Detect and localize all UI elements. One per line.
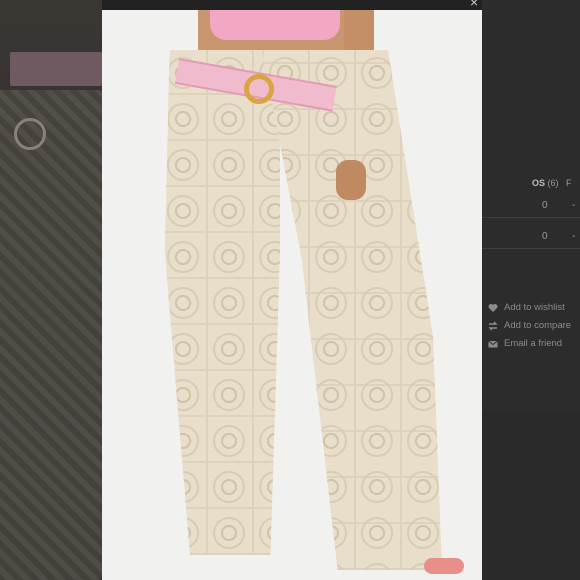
quantity-next: -: [572, 200, 576, 211]
background-product-thumbnail: [0, 0, 102, 580]
quantity-value[interactable]: 0: [542, 200, 548, 211]
panel-lower-area: [482, 410, 580, 580]
envelope-icon: [488, 340, 498, 347]
model-hand: [336, 160, 366, 200]
crochet-pants-right-leg: [262, 50, 442, 570]
belt-buckle: [244, 74, 274, 104]
add-to-wishlist-link[interactable]: Add to wishlist: [488, 302, 565, 313]
background-model-pants: [0, 90, 102, 580]
compare-label: Add to compare: [504, 320, 572, 331]
quantity-row[interactable]: 0 -: [482, 196, 580, 218]
close-icon[interactable]: ×: [470, 0, 478, 10]
quantity-next: -: [572, 231, 576, 242]
background-belt-buckle: [14, 118, 46, 150]
size-count: (6): [547, 178, 559, 188]
quantity-row[interactable]: 0 -: [482, 227, 580, 249]
product-photo-lightbox: [102, 10, 482, 580]
quantity-value[interactable]: 0: [542, 231, 548, 242]
wishlist-label: Add to wishlist: [504, 302, 565, 313]
email-label: Email a friend: [504, 338, 563, 349]
size-next-column: F: [566, 178, 572, 188]
options-panel: OS (6) F 0 - 0 - Add to wishlist Add to …: [482, 0, 580, 410]
size-label: OS: [532, 178, 546, 188]
row-divider: [482, 217, 580, 218]
row-divider: [482, 248, 580, 249]
add-to-compare-link[interactable]: Add to compare: [488, 320, 571, 331]
crochet-pants-left-leg: [164, 50, 280, 555]
heart-icon: [488, 303, 498, 312]
email-a-friend-link[interactable]: Email a friend: [488, 338, 562, 349]
pink-sandal: [424, 558, 464, 574]
pink-crop-top: [210, 10, 340, 40]
compare-icon: [488, 321, 498, 330]
size-column-header: OS (6) F: [532, 178, 572, 188]
background-model-top: [10, 52, 102, 86]
background-product-panel: OS (6) F 0 - 0 - Add to wishlist Add to …: [482, 0, 580, 580]
